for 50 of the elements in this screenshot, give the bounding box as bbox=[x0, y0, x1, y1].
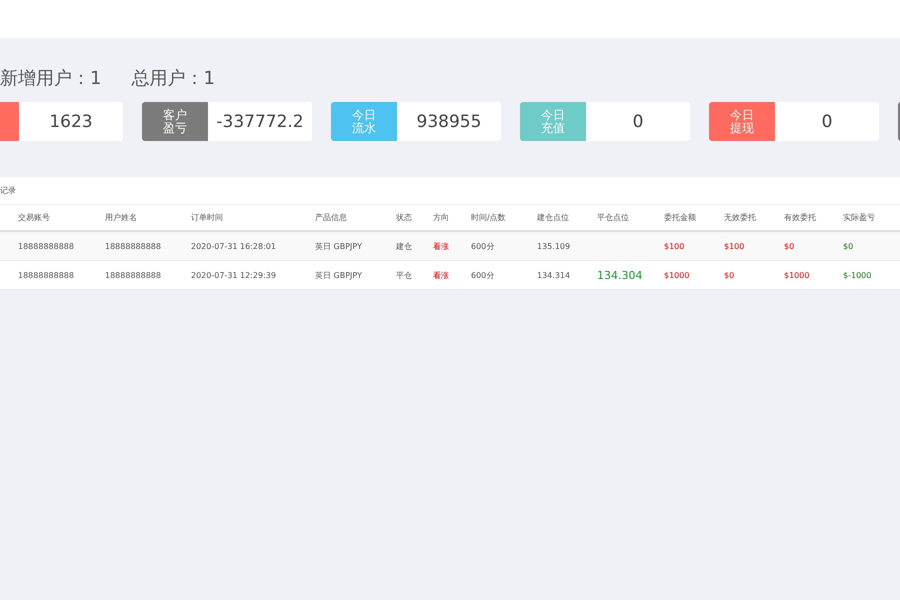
table-cell-text: 600分 bbox=[471, 240, 496, 252]
table-cell-text: 135.109 bbox=[537, 242, 572, 250]
table-cell-text: 平仓 bbox=[396, 270, 413, 280]
table-cell-text: $0 bbox=[843, 242, 854, 250]
table-cell-text: $1000 bbox=[784, 270, 810, 280]
column-header: 建仓点位 bbox=[537, 212, 570, 223]
column-header: 委托金额 bbox=[664, 212, 697, 223]
table-cell-text: $100 bbox=[664, 242, 686, 250]
card-label: 今日 流水 bbox=[331, 102, 397, 141]
column-header: 方向 bbox=[433, 212, 450, 223]
column-header: 有效委托 bbox=[784, 212, 817, 223]
table-cell-text: 英日 GBPJPY bbox=[315, 270, 363, 280]
table-cell-text: 134.304 bbox=[597, 268, 644, 282]
column-header: 用户姓名 bbox=[105, 212, 138, 223]
table-cell-text: 建仓 bbox=[396, 240, 413, 252]
card-value: 938955 bbox=[397, 102, 501, 141]
table-cell-text: 看涨 bbox=[433, 270, 450, 280]
column-header: 订单时间 bbox=[191, 212, 224, 223]
column-header: 平仓点位 bbox=[597, 212, 630, 223]
table-cell-text: $-1000 bbox=[843, 270, 872, 280]
card-label: 今日 充值 bbox=[520, 102, 586, 141]
card-value: 0 bbox=[586, 102, 690, 141]
table-cell-text: 看涨 bbox=[433, 240, 450, 252]
table-cell-text: 2020-07-31 12:29:39 bbox=[191, 270, 277, 280]
table-cell-text: 134.314 bbox=[537, 270, 572, 280]
table-title: 记录 bbox=[0, 185, 16, 196]
table-cell-text: 18888888888 bbox=[105, 242, 162, 250]
table-cell-text: 18888888888 bbox=[105, 270, 162, 280]
column-header: 状态 bbox=[396, 212, 413, 223]
card-value: 1623 bbox=[19, 102, 123, 141]
stat-text: 新增用户：1 bbox=[0, 67, 102, 91]
table-cell-text: $0 bbox=[724, 270, 736, 280]
card-label: 客户 盈亏 bbox=[142, 102, 208, 141]
column-header: 交易账号 bbox=[18, 212, 51, 223]
table-cell-text: $0 bbox=[784, 242, 796, 250]
table-cell-text: 600分 bbox=[471, 270, 496, 280]
card-label: 今日 提现 bbox=[709, 102, 775, 141]
card-value: -337772.2 bbox=[208, 102, 312, 141]
column-header: 时间/点数 bbox=[471, 212, 507, 223]
column-header: 无效委托 bbox=[724, 212, 757, 223]
column-header: 实际盈亏 bbox=[843, 212, 876, 223]
card-value: 0 bbox=[775, 102, 879, 141]
table-cell-text: 2020-07-31 16:28:01 bbox=[191, 242, 277, 250]
table-cell-text: 18888888888 bbox=[18, 242, 75, 250]
table-cell-text: $1000 bbox=[664, 270, 690, 280]
table-cell-text: 英日 GBPJPY bbox=[315, 240, 363, 252]
column-header: 产品信息 bbox=[315, 212, 348, 223]
table-cell-text: 18888888888 bbox=[18, 270, 75, 280]
table-cell-text: $100 bbox=[724, 242, 746, 250]
stat-text: 总用户：1 bbox=[131, 67, 215, 91]
